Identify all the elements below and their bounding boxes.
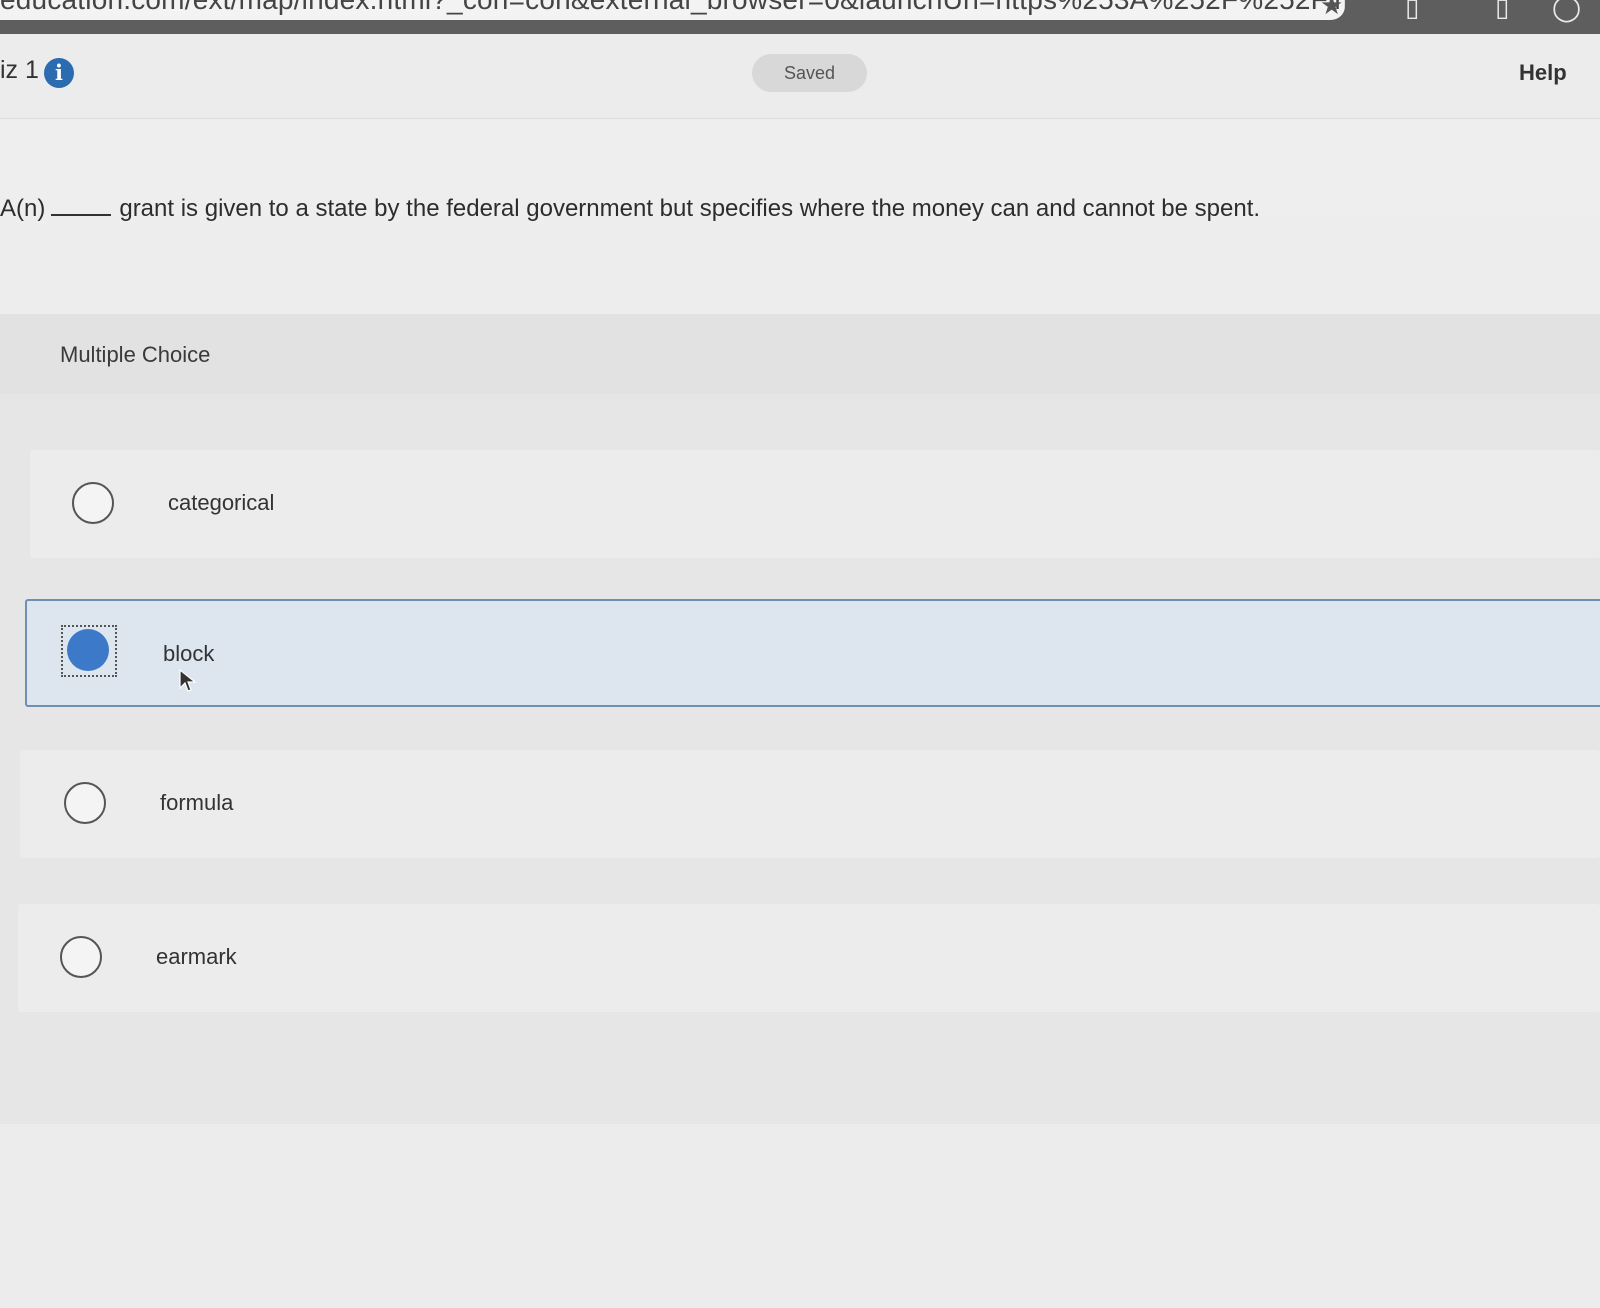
url-text: education.com/ext/map/index.html?_con=co…	[0, 0, 1345, 16]
question-prefix: A(n)	[0, 195, 46, 222]
answer-option-earmark[interactable]: earmark	[18, 904, 1600, 1012]
answer-option-formula[interactable]: formula	[20, 750, 1600, 858]
extension-icon[interactable]: ▯	[1405, 0, 1419, 20]
radio-button[interactable]	[72, 482, 114, 524]
answer-options: categorical block formula earmark	[0, 394, 1600, 1124]
answer-option-block[interactable]: block	[25, 599, 1600, 707]
option-label: block	[163, 641, 215, 666]
multiple-choice-header: Multiple Choice	[0, 314, 1600, 394]
quiz-page: education.com/ext/map/index.html?_con=co…	[0, 0, 1600, 1308]
help-link[interactable]: Help	[1519, 60, 1567, 86]
star-icon[interactable]: ★	[1320, 0, 1343, 18]
page-footer-area	[0, 1124, 1600, 1308]
mouse-cursor-icon	[179, 669, 197, 692]
quiz-title: iz 1	[0, 56, 39, 84]
profile-icon[interactable]: ◯	[1552, 0, 1581, 20]
quiz-header: iz 1 i Saved Help	[0, 34, 1600, 119]
answer-option-categorical[interactable]: categorical	[30, 450, 1600, 558]
radio-button-selected[interactable]	[67, 629, 109, 671]
radio-button[interactable]	[60, 936, 102, 978]
browser-toolbar: education.com/ext/map/index.html?_con=co…	[0, 0, 1600, 34]
radio-button[interactable]	[64, 782, 106, 824]
multiple-choice-heading: Multiple Choice	[60, 342, 211, 367]
question-body: grant is given to a state by the federal…	[119, 195, 1261, 222]
info-icon[interactable]: i	[44, 58, 74, 88]
saved-status-badge: Saved	[752, 54, 867, 92]
address-bar[interactable]: education.com/ext/map/index.html?_con=co…	[0, 0, 1345, 20]
answer-blank	[51, 196, 112, 216]
option-label: categorical	[168, 490, 275, 515]
extension-icon[interactable]: ▯	[1495, 0, 1509, 20]
option-label: earmark	[156, 944, 237, 969]
option-label: formula	[160, 790, 234, 815]
question-text: A(n) grant is given to a state by the fed…	[0, 195, 1260, 223]
